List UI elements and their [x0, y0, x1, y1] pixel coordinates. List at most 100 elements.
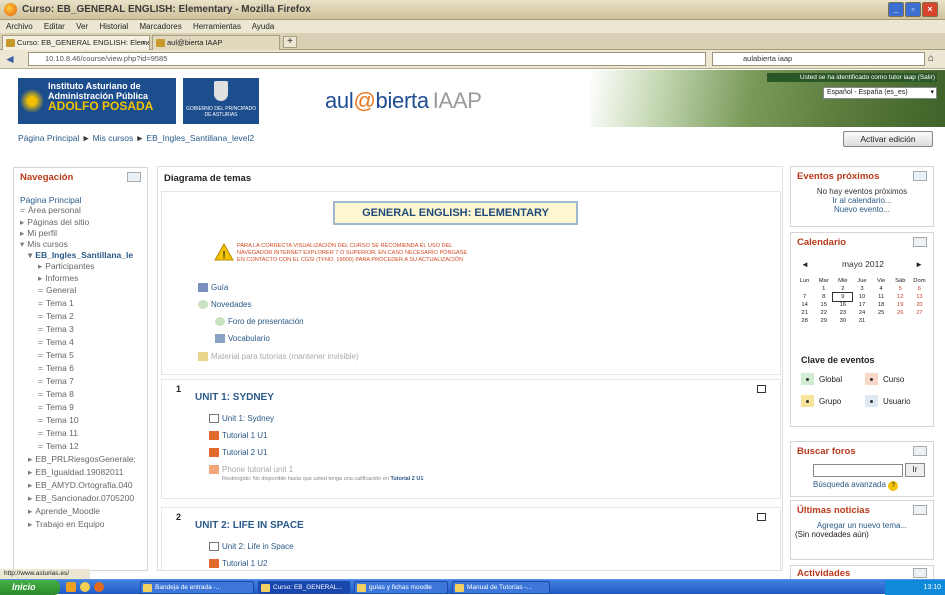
nav-course-aprende-moodle[interactable]: ▸ Aprende_Moodle — [28, 506, 100, 516]
nav-tema-12[interactable]: = Tema 12 — [38, 441, 79, 451]
breadcrumb-course[interactable]: EB_Ingles_Santillana_level2 — [146, 133, 254, 143]
login-info[interactable]: Usted se ha identificado como tutor iaap… — [767, 73, 937, 82]
calendar-day[interactable]: 2 — [833, 285, 852, 293]
calendar-day[interactable]: 24 — [852, 309, 871, 317]
nav-tema-4[interactable]: = Tema 4 — [38, 337, 74, 347]
nav-tema-1[interactable]: = Tema 1 — [38, 298, 74, 308]
calendar-day[interactable]: 31 — [852, 317, 871, 325]
language-select[interactable]: Español - España (es_es) ▾ — [823, 87, 937, 99]
outlook-icon[interactable] — [66, 582, 76, 592]
nav-current-course[interactable]: ▾ EB_Ingles_Santillana_le — [28, 250, 133, 260]
taskbar-folder[interactable]: guías y fichas moodle — [354, 581, 448, 594]
ie-icon[interactable] — [80, 582, 90, 592]
nav-tema-2[interactable]: = Tema 2 — [38, 311, 74, 321]
calendar-day[interactable]: 9 — [832, 292, 854, 302]
nav-my-courses[interactable]: ▾ Mis cursos — [20, 239, 68, 249]
forum-search-input[interactable] — [813, 464, 903, 477]
iaap-logo[interactable]: Instituto Asturiano de Administración Púb… — [18, 78, 176, 124]
tab-aulabierta[interactable]: aul@bierta IAAP — [152, 35, 280, 50]
calendar-day[interactable]: 12 — [891, 293, 910, 301]
block-toggle-icon[interactable] — [127, 172, 141, 182]
menu-historial[interactable]: Historial — [99, 22, 128, 31]
activity-guia[interactable]: Guía — [198, 283, 228, 293]
key-global[interactable]: Global — [801, 373, 842, 385]
highlight-checkbox-icon[interactable] — [757, 513, 766, 521]
menu-herramientas[interactable]: Herramientas — [193, 22, 241, 31]
calendar-day[interactable]: 16 — [833, 301, 852, 309]
activity-tutorial-1-u2[interactable]: Tutorial 1 U2 — [209, 559, 268, 569]
block-toggle-icon[interactable] — [913, 171, 927, 181]
nav-course-prl[interactable]: ▸ EB_PRLRiesgosGenerale: — [28, 454, 136, 464]
home-icon[interactable]: ⌂ — [928, 53, 934, 64]
nav-tema-11[interactable]: = Tema 11 — [38, 428, 78, 438]
nav-tema-9[interactable]: = Tema 9 — [38, 402, 74, 412]
key-curso[interactable]: Curso — [865, 373, 904, 385]
calendar-day[interactable]: 6 — [910, 285, 929, 293]
resource-unit-2[interactable]: Unit 2: Life in Space — [209, 542, 294, 552]
calendar-day[interactable]: 13 — [910, 293, 929, 301]
nav-participants[interactable]: ▸ Participantes — [38, 261, 94, 271]
breadcrumb-home[interactable]: Página Principal — [18, 133, 79, 143]
calendar-day[interactable]: 23 — [833, 309, 852, 317]
maximize-button[interactable]: ▫ — [905, 2, 921, 17]
new-tab-button[interactable]: + — [283, 36, 297, 48]
key-usuario[interactable]: Usuario — [865, 395, 911, 407]
highlight-checkbox-icon[interactable] — [757, 385, 766, 393]
taskbar-word[interactable]: Manual de Tutorías -... — [452, 581, 550, 594]
help-icon[interactable]: ? — [888, 481, 899, 491]
nav-course-sancionador[interactable]: ▸ EB_Sancionador.0705200 — [28, 493, 134, 503]
close-button[interactable]: × — [922, 2, 938, 17]
new-event-link[interactable]: Nuevo evento... — [791, 205, 933, 214]
nav-profile[interactable]: ▸ Mi perfil — [20, 228, 57, 238]
calendar-day[interactable]: 22 — [814, 309, 833, 317]
block-toggle-icon[interactable] — [913, 237, 927, 247]
calendar-day[interactable]: 11 — [872, 293, 891, 301]
menu-archivo[interactable]: Archivo — [6, 22, 33, 31]
activity-novedades[interactable]: Novedades — [198, 300, 251, 310]
calendar-day[interactable]: 7 — [795, 293, 814, 301]
nav-tema-6[interactable]: = Tema 6 — [38, 363, 74, 373]
calendar-day[interactable]: 8 — [814, 293, 833, 301]
calendar-day[interactable]: 1 — [814, 285, 833, 293]
calendar-day[interactable]: 3 — [852, 285, 871, 293]
calendar-day[interactable]: 30 — [833, 317, 852, 325]
breadcrumb-courses[interactable]: Mis cursos — [93, 133, 134, 143]
edit-mode-button[interactable]: Activar edición — [843, 131, 933, 147]
nav-course-igualdad[interactable]: ▸ EB_Igualdad.19082011 — [28, 467, 124, 477]
resource-unit-1[interactable]: Unit 1: Sydney — [209, 414, 274, 424]
calendar-day[interactable]: 20 — [910, 301, 929, 309]
calendar-day[interactable]: 15 — [814, 301, 833, 309]
calendar-day[interactable]: 17 — [852, 301, 871, 309]
activity-tutorial-2-u1[interactable]: Tutorial 2 U1 — [209, 448, 268, 458]
close-tab-icon[interactable]: × — [142, 36, 146, 49]
calendar-day[interactable]: 26 — [891, 309, 910, 317]
block-toggle-icon[interactable] — [913, 505, 927, 515]
menu-ver[interactable]: Ver — [76, 22, 88, 31]
calendar-day[interactable]: 25 — [872, 309, 891, 317]
minimize-button[interactable]: _ — [888, 2, 904, 17]
nav-home[interactable]: Página Principal — [20, 195, 81, 205]
calendar-day[interactable]: 19 — [891, 301, 910, 309]
nav-tema-7[interactable]: = Tema 7 — [38, 376, 74, 386]
add-topic-link[interactable]: Agregar un nuevo tema... — [791, 521, 933, 530]
block-toggle-icon[interactable] — [913, 568, 927, 578]
calendar-day[interactable]: 4 — [872, 285, 891, 293]
nav-reports[interactable]: ▸ Informes — [38, 273, 78, 283]
key-grupo[interactable]: Grupo — [801, 395, 841, 407]
address-bar[interactable]: 10.10.8.46/course/view.php?id=9585 — [28, 52, 706, 66]
restriction-link[interactable]: Tutorial 2 U1 — [390, 476, 423, 482]
calendar-day[interactable]: 14 — [795, 301, 814, 309]
block-toggle-icon[interactable] — [913, 446, 927, 456]
firefox-launch-icon[interactable] — [94, 582, 104, 592]
calendar-day[interactable]: 29 — [814, 317, 833, 325]
activity-foro-presentacion[interactable]: Foro de presentación — [215, 317, 304, 327]
taskbar-firefox[interactable]: Curso: EB_GENERAL... — [258, 581, 350, 594]
menu-editar[interactable]: Editar — [44, 22, 65, 31]
advanced-search-link[interactable]: Búsqueda avanzada ? — [813, 480, 899, 491]
activity-tutorial-1-u1[interactable]: Tutorial 1 U1 — [209, 431, 268, 441]
calendar-day[interactable]: 28 — [795, 317, 814, 325]
nav-course-amyd[interactable]: ▸ EB_AMYD.Ortografia.040 — [28, 480, 133, 490]
activity-phone-tutorial-u1[interactable]: Phone tutorial unit 1 — [209, 465, 293, 475]
search-box[interactable]: aulabierta iaap — [712, 52, 925, 66]
activity-vocabulario[interactable]: Vocabulario — [215, 334, 270, 344]
